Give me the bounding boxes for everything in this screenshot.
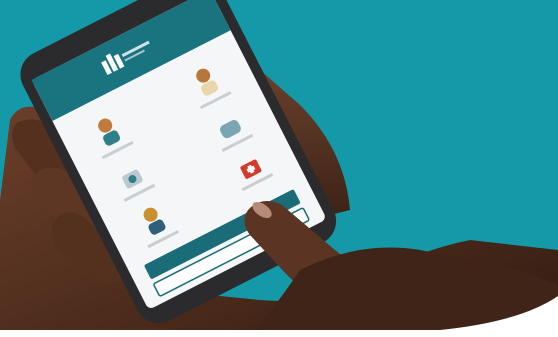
photo-illustration — [0, 0, 558, 337]
photo-scene — [0, 0, 558, 337]
